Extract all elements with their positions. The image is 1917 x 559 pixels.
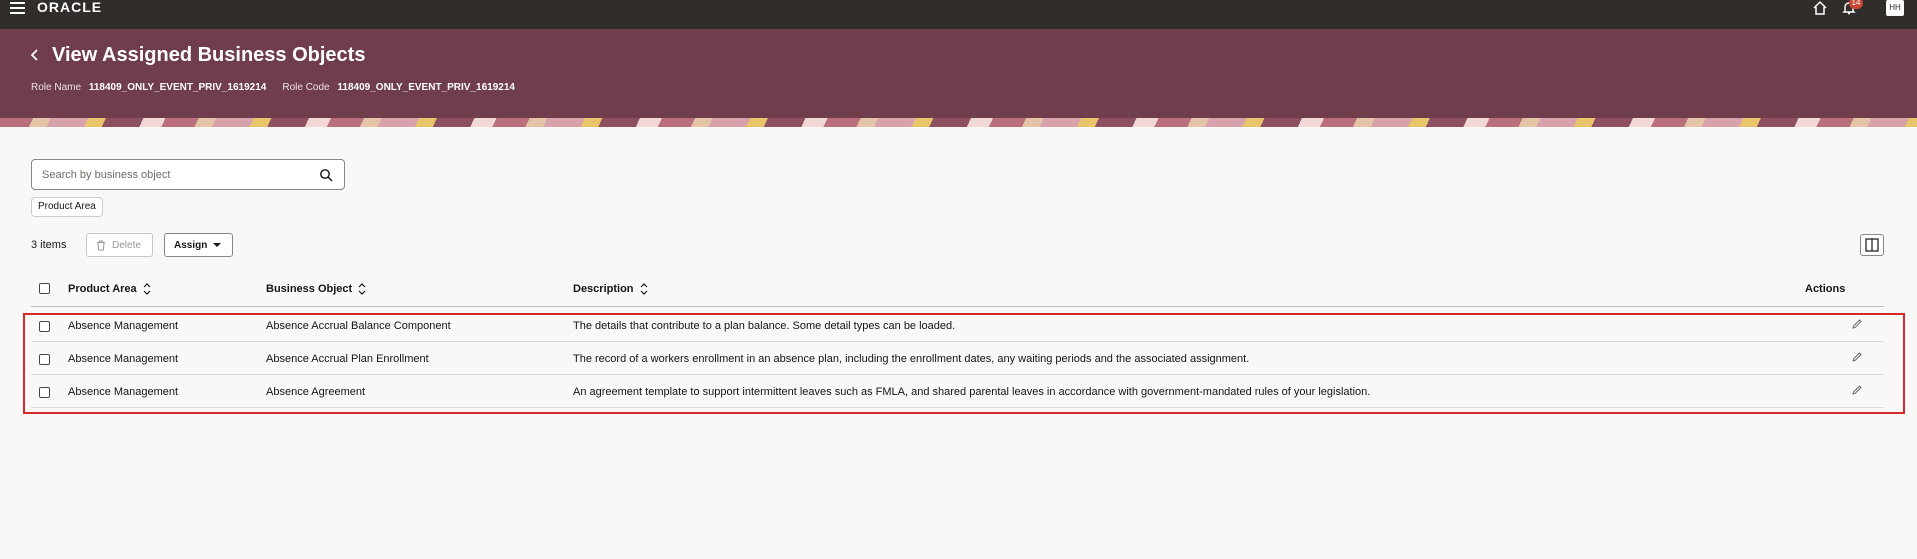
column-label: Product Area	[68, 283, 137, 295]
top-bar: ORACLE 14 HH	[0, 0, 1917, 29]
trash-icon	[97, 240, 105, 250]
column-header-business-object[interactable]: Business Object	[266, 283, 366, 295]
columns-icon	[1865, 238, 1879, 252]
column-label: Actions	[1805, 283, 1846, 295]
search-input[interactable]	[42, 166, 302, 184]
product-area-filter-chip[interactable]: Product Area	[31, 197, 103, 217]
column-label: Business Object	[266, 283, 353, 295]
decorative-pattern	[0, 118, 1917, 127]
delete-button[interactable]: Delete	[86, 233, 153, 257]
page-header	[0, 29, 1917, 118]
delete-label: Delete	[112, 239, 141, 251]
role-name-value: 118409_ONLY_EVENT_PRIV_1619214	[88, 82, 267, 93]
sort-icon[interactable]	[358, 283, 366, 295]
back-icon[interactable]	[29, 48, 41, 62]
oracle-logo[interactable]: ORACLE	[37, 0, 102, 14]
search-box	[31, 159, 345, 190]
page-title: View Assigned Business Objects	[52, 44, 366, 66]
role-code-label: Role Code	[282, 82, 330, 93]
sort-icon[interactable]	[640, 283, 648, 295]
user-avatar[interactable]: HH	[1886, 0, 1904, 16]
role-code-value: 118409_ONLY_EVENT_PRIV_1619214	[337, 82, 515, 93]
column-header-description[interactable]: Description	[573, 283, 648, 295]
column-header-actions: Actions	[1805, 283, 1845, 295]
sort-icon[interactable]	[143, 283, 151, 295]
role-name-label: Role Name	[31, 82, 82, 93]
assign-button[interactable]: Assign	[164, 233, 233, 257]
menu-icon[interactable]	[10, 2, 25, 14]
column-label: Description	[573, 283, 634, 295]
notification-badge: 14	[1849, 0, 1863, 9]
select-all-checkbox[interactable]	[39, 283, 50, 294]
column-header-product-area[interactable]: Product Area	[68, 283, 151, 295]
assign-label: Assign	[174, 239, 208, 251]
role-meta: Role Name 118409_ONLY_EVENT_PRIV_1619214…	[31, 82, 515, 93]
columns-toggle-button[interactable]	[1860, 234, 1884, 256]
search-icon[interactable]	[319, 168, 333, 182]
home-icon[interactable]	[1812, 0, 1828, 16]
item-count: 3 items	[31, 239, 67, 251]
highlight-box	[23, 313, 1905, 414]
chevron-down-icon	[213, 243, 222, 247]
table-header-divider	[31, 306, 1884, 307]
